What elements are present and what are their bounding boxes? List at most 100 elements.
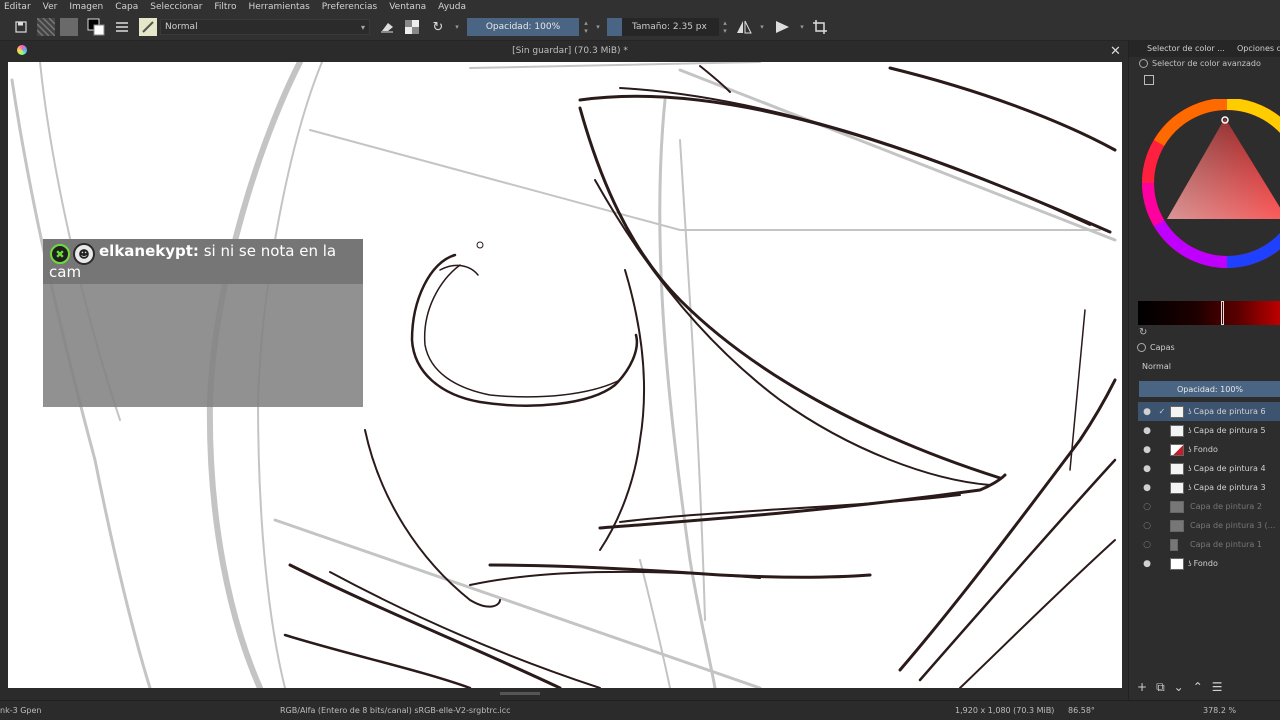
layer-thumbnail — [1170, 424, 1184, 437]
layer-name: Fondo — [1193, 559, 1218, 568]
menu-preferencias[interactable]: Preferencias — [316, 2, 383, 12]
layer-name: Capa de pintura 4 — [1193, 464, 1266, 473]
eraser-icon[interactable] — [378, 18, 396, 36]
layer-row[interactable]: ● ʖ Fondo — [1138, 440, 1280, 459]
layer-row[interactable]: ● ʖ Capa de pintura 5 — [1138, 421, 1280, 440]
refresh-icon[interactable]: ↻ — [1139, 327, 1147, 338]
paint-layer-icon: ʖ — [1188, 426, 1192, 435]
document-tab-bar: [Sin guardar] (70.3 MiB) * ✕ — [0, 42, 1128, 62]
color-swap-icon[interactable] — [86, 18, 106, 36]
layer-name: Capa de pintura 6 — [1193, 407, 1266, 416]
eye-hidden-icon[interactable]: ○ — [1138, 502, 1156, 512]
opacity-spinner[interactable]: ▴ ▾ — [580, 18, 592, 36]
move-down-icon[interactable]: ⌄ — [1174, 680, 1184, 694]
layer-row[interactable]: ○ Capa de pintura 1 — [1138, 535, 1280, 554]
paint-layer-icon: ʖ — [1188, 559, 1192, 568]
opacity-label: Opacidad: 100% — [485, 22, 561, 32]
color-marker[interactable] — [1221, 301, 1224, 325]
horizontal-scrollbar[interactable] — [500, 692, 540, 695]
toolbar: Normal ▾ ↻ ▾ Opacidad: 100% ▴ ▾ ▾ Tamaño:… — [0, 13, 1280, 41]
menu-herramientas[interactable]: Herramientas — [242, 2, 315, 12]
tab-tool-options[interactable]: Opciones de — [1237, 44, 1280, 53]
layer-row[interactable]: ● ✓ ʖ Capa de pintura 6 — [1138, 402, 1280, 421]
eye-icon[interactable]: ● — [1138, 483, 1156, 493]
color-selector-title: Selector de color avanzado — [1152, 59, 1261, 68]
layer-row[interactable]: ○ Capa de pintura 2 — [1138, 497, 1280, 516]
mirror-horizontal-icon[interactable] — [735, 18, 753, 36]
layer-name: Capa de pintura 3 (... — [1190, 521, 1276, 530]
settings-icon[interactable] — [1139, 59, 1148, 68]
menu-capa[interactable]: Capa — [109, 2, 144, 12]
menu-ayuda[interactable]: Ayuda — [432, 2, 472, 12]
layers-title: Capas — [1150, 343, 1175, 352]
add-layer-icon[interactable]: + — [1137, 680, 1147, 694]
layers-opacity-label: Opacidad: 100% — [1176, 384, 1244, 394]
settings-icon[interactable] — [1137, 343, 1146, 352]
config-icon[interactable] — [1144, 75, 1154, 85]
paint-layer-icon: ʖ — [1188, 445, 1192, 454]
alpha-lock-icon[interactable] — [404, 18, 420, 36]
menu-filtro[interactable]: Filtro — [208, 2, 242, 12]
blend-mode-select[interactable]: Normal ▾ — [160, 19, 370, 35]
gradient-icon[interactable] — [60, 18, 78, 36]
layer-thumbnail — [1170, 462, 1184, 475]
brush-preview-icon[interactable] — [139, 18, 157, 36]
status-color-space: RGB/Alfa (Entero de 8 bits/canal) sRGB-e… — [280, 706, 511, 715]
layers-blend-mode[interactable]: Normal — [1142, 362, 1171, 371]
layers-opacity-slider[interactable]: Opacidad: 100% — [1139, 381, 1280, 397]
chevron-down-icon[interactable]: ▾ — [593, 18, 603, 36]
menu-bar: Editar Ver Imagen Capa Seleccionar Filtr… — [0, 0, 1280, 13]
eye-icon[interactable]: ● — [1138, 445, 1156, 455]
layers-header: Capas — [1137, 343, 1175, 352]
layer-row[interactable]: ○ Capa de pintura 3 (... — [1138, 516, 1280, 535]
rotation-icon[interactable]: ⫶ — [1050, 706, 1052, 716]
right-dock-panel: Selector de color ... Opciones de Select… — [1128, 41, 1280, 700]
reload-icon[interactable]: ↻ — [429, 18, 447, 36]
layer-thumbnail — [1170, 557, 1184, 570]
pattern-icon[interactable] — [37, 18, 55, 36]
tab-color-selector[interactable]: Selector de color ... — [1147, 44, 1225, 53]
crop-icon[interactable] — [811, 18, 829, 36]
status-brush-preset[interactable]: nk-3 Gpen — [0, 706, 42, 715]
eye-hidden-icon[interactable]: ○ — [1138, 540, 1156, 550]
size-spinner[interactable]: ▴ ▾ — [720, 18, 730, 36]
menu-ver[interactable]: Ver — [37, 2, 64, 12]
layer-thumbnail — [1170, 443, 1184, 456]
status-rotation[interactable]: 86.58° — [1068, 706, 1095, 715]
mirror-vertical-icon[interactable] — [774, 18, 792, 36]
eye-icon[interactable]: ● — [1138, 559, 1156, 569]
layer-actions: + ⧉ ⌄ ⌃ ☰ — [1137, 679, 1280, 695]
menu-seleccionar[interactable]: Seleccionar — [144, 2, 208, 12]
chevron-down-icon[interactable]: ▾ — [797, 18, 807, 36]
opacity-slider[interactable]: Opacidad: 100% — [467, 18, 579, 36]
layer-name: Capa de pintura 1 — [1190, 540, 1262, 549]
color-history-bar[interactable] — [1138, 301, 1280, 325]
move-up-icon[interactable]: ⌃ — [1193, 680, 1203, 694]
size-slider[interactable]: Tamaño: 2.35 px — [607, 18, 719, 36]
chevron-down-icon[interactable]: ▾ — [452, 18, 462, 36]
layer-list: ● ✓ ʖ Capa de pintura 6 ● ʖ Capa de pint… — [1138, 402, 1280, 573]
duplicate-layer-icon[interactable]: ⧉ — [1156, 680, 1165, 695]
eye-hidden-icon[interactable]: ○ — [1138, 521, 1156, 531]
eye-icon[interactable]: ● — [1138, 426, 1156, 436]
chat-username: elkanekypt: — [99, 242, 199, 260]
menu-ventana[interactable]: Ventana — [383, 2, 432, 12]
layer-properties-icon[interactable]: ☰ — [1212, 680, 1223, 694]
layer-name: Fondo — [1193, 445, 1218, 454]
close-icon[interactable]: ✕ — [1110, 44, 1121, 59]
eye-icon[interactable]: ● — [1138, 464, 1156, 474]
layer-row[interactable]: ● ʖ Capa de pintura 3 — [1138, 478, 1280, 497]
color-wheel[interactable] — [1139, 99, 1280, 274]
menu-imagen[interactable]: Imagen — [63, 2, 109, 12]
save-icon[interactable] — [12, 18, 30, 36]
layer-name: Capa de pintura 5 — [1193, 426, 1266, 435]
eye-icon[interactable]: ● — [1138, 407, 1156, 417]
layer-thumbnail — [1170, 405, 1184, 418]
layer-row[interactable]: ● ʖ Capa de pintura 4 — [1138, 459, 1280, 478]
status-zoom[interactable]: 378.2 % — [1203, 706, 1236, 715]
menu-editar[interactable]: Editar — [0, 2, 37, 12]
chevron-down-icon[interactable]: ▾ — [757, 18, 767, 36]
brush-presets-icon[interactable] — [113, 18, 131, 36]
layer-row[interactable]: ● ʖ Fondo — [1138, 554, 1280, 573]
layer-name: Capa de pintura 2 — [1190, 502, 1262, 511]
